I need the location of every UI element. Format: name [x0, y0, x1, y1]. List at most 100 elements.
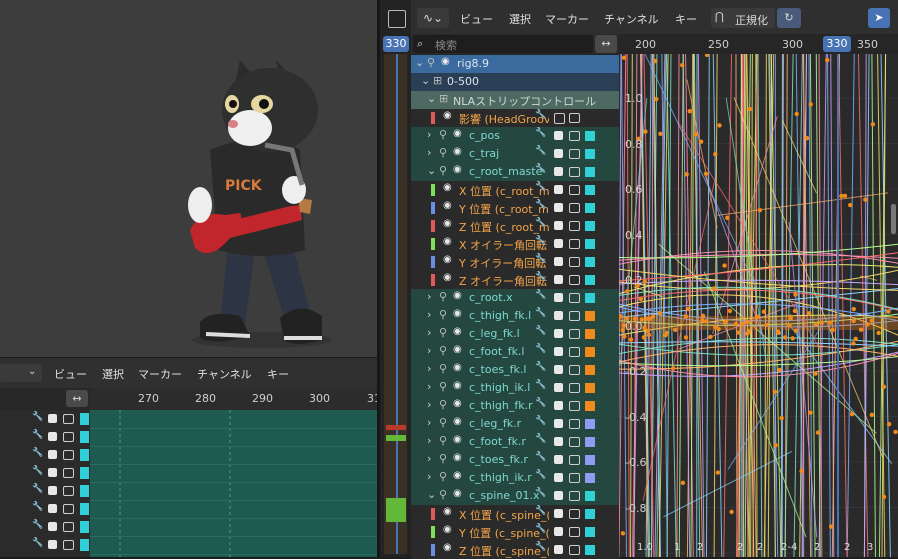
mute-checkbox[interactable] [554, 221, 563, 230]
channel-row[interactable]: ◉Y 位置 (c_root_m🔧 [411, 199, 619, 217]
marker-label[interactable]: 2-4 [781, 542, 797, 553]
modifier-wrench-icon[interactable]: 🔧 [32, 430, 43, 440]
eye-icon[interactable]: ◉ [453, 488, 462, 499]
lock-icon[interactable] [569, 347, 580, 357]
marker-label[interactable]: 2 [737, 542, 743, 553]
eye-icon[interactable]: ◉ [443, 200, 452, 211]
modifier-wrench-icon[interactable]: 🔧 [535, 128, 546, 138]
ds-track-row[interactable] [90, 464, 377, 483]
channel-row[interactable]: ◉X オイラー角回転🔧 [411, 235, 619, 253]
ge-current-frame[interactable]: 330 [823, 36, 851, 52]
lock-icon[interactable] [569, 383, 580, 393]
ge-menu-select[interactable]: 選択 [509, 11, 531, 27]
modifier-wrench-icon[interactable]: 🔧 [535, 290, 546, 300]
lock-icon[interactable] [569, 311, 580, 321]
expand-chevron-icon[interactable]: › [427, 416, 431, 429]
pin-icon[interactable]: ⚲ [439, 344, 447, 357]
eye-icon[interactable]: ◉ [443, 254, 452, 265]
ds-channel-row[interactable]: 🔧 [0, 428, 90, 446]
ds-channel-row[interactable]: 🔧 [0, 410, 90, 428]
lock-icon[interactable] [569, 509, 580, 519]
expand-chevron-icon[interactable]: › [427, 290, 431, 303]
mute-checkbox[interactable] [48, 486, 57, 495]
pin-icon[interactable]: ⚲ [439, 362, 447, 375]
eye-icon[interactable]: ◉ [453, 362, 462, 373]
expand-chevron-icon[interactable]: › [427, 308, 431, 321]
modifier-wrench-icon[interactable]: 🔧 [535, 434, 546, 444]
mute-checkbox[interactable] [554, 347, 563, 356]
ds-menu-channel[interactable]: チャンネル [197, 366, 252, 382]
expand-chevron-icon[interactable]: › [427, 452, 431, 465]
channel-row[interactable]: ⌄⊞0-500 [411, 73, 619, 91]
eye-icon[interactable]: ◉ [443, 218, 452, 229]
mute-checkbox[interactable] [554, 149, 563, 158]
expand-chevron-icon[interactable]: › [427, 380, 431, 393]
lock-icon[interactable] [569, 473, 580, 483]
modifier-wrench-icon[interactable]: 🔧 [535, 146, 546, 156]
channel-row[interactable]: ›⚲◉c_pos🔧 [411, 127, 619, 145]
channel-row[interactable]: ›⚲◉c_toes_fk.l🔧 [411, 361, 619, 379]
pin-icon[interactable]: ⚲ [439, 326, 447, 339]
expand-chevron-icon[interactable]: ⌄ [421, 74, 430, 87]
ds-menu-key[interactable]: キー [267, 366, 289, 382]
mute-checkbox[interactable] [554, 383, 563, 392]
expand-chevron-icon[interactable]: ⌄ [427, 92, 436, 105]
mute-checkbox[interactable] [48, 522, 57, 531]
modifier-wrench-icon[interactable]: 🔧 [535, 308, 546, 318]
ds-track-row[interactable] [90, 536, 377, 555]
ge-menu-channel[interactable]: チャンネル [604, 11, 659, 27]
channel-row[interactable]: ⌄⚲◉c_spine_01.x🔧 [411, 487, 619, 505]
modifier-wrench-icon[interactable]: 🔧 [535, 218, 546, 228]
expand-chevron-icon[interactable]: › [427, 326, 431, 339]
channel-row[interactable]: ›⚲◉c_traj🔧 [411, 145, 619, 163]
mute-checkbox[interactable] [554, 329, 563, 338]
channel-row[interactable]: ◉Y 位置 (c_spine_(🔧 [411, 523, 619, 541]
swap-arrows-icon[interactable]: ↔ [66, 390, 88, 407]
mute-checkbox[interactable] [554, 365, 563, 374]
eye-icon[interactable]: ◉ [441, 56, 450, 67]
eye-icon[interactable]: ◉ [453, 164, 462, 175]
mute-checkbox[interactable] [554, 131, 563, 140]
pin-icon[interactable]: ⚲ [427, 56, 435, 69]
expand-chevron-icon[interactable]: › [427, 146, 431, 159]
lock-icon[interactable] [569, 185, 580, 195]
modifier-wrench-icon[interactable]: 🔧 [535, 542, 546, 552]
eye-icon[interactable]: ◉ [453, 416, 462, 427]
channel-row[interactable]: ◉Z オイラー角回転🔧 [411, 271, 619, 289]
modifier-wrench-icon[interactable]: 🔧 [535, 254, 546, 264]
ds-channel-row[interactable]: 🔧 [0, 482, 90, 500]
pin-icon[interactable]: ⚲ [439, 452, 447, 465]
strip-current-frame[interactable]: 330 [383, 36, 409, 52]
eye-icon[interactable]: ◉ [443, 182, 452, 193]
graph-frame-ruler[interactable]: 200 250 300 330 350 [619, 34, 898, 54]
modifier-wrench-icon[interactable]: 🔧 [535, 236, 546, 246]
modifier-wrench-icon[interactable]: 🔧 [535, 380, 546, 390]
eye-icon[interactable]: ◉ [453, 326, 462, 337]
pin-icon[interactable]: ⚲ [439, 128, 447, 141]
channel-row[interactable]: ›⚲◉c_thigh_fk.l🔧 [411, 307, 619, 325]
mute-checkbox[interactable] [554, 293, 563, 302]
ds-frame-ruler[interactable]: 270 280 290 300 31 [90, 388, 377, 410]
lock-icon[interactable] [63, 486, 74, 496]
swap-arrows-icon[interactable]: ↔ [595, 35, 617, 53]
mute-checkbox[interactable] [554, 491, 563, 500]
channel-row[interactable]: ⌄⊞NLAストリップコントロール [411, 91, 619, 109]
marker-label[interactable]: 2 [844, 542, 850, 553]
mute-checkbox[interactable] [554, 113, 565, 124]
pin-icon[interactable]: ⚲ [439, 290, 447, 303]
lock-icon[interactable] [569, 419, 580, 429]
normalize-toggle[interactable]: ⋂ 正規化 [711, 8, 775, 28]
eye-icon[interactable]: ◉ [453, 128, 462, 139]
ds-channel-row[interactable]: 🔧 [0, 500, 90, 518]
mute-checkbox[interactable] [48, 468, 57, 477]
mute-checkbox[interactable] [48, 450, 57, 459]
eye-icon[interactable]: ◉ [453, 290, 462, 301]
modifier-wrench-icon[interactable]: 🔧 [32, 466, 43, 476]
modifier-wrench-icon[interactable]: 🔧 [32, 538, 43, 548]
channel-row[interactable]: ›⚲◉c_leg_fk.l🔧 [411, 325, 619, 343]
lock-icon[interactable] [63, 414, 74, 424]
ds-menu-marker[interactable]: マーカー [138, 366, 182, 382]
mute-checkbox[interactable] [48, 414, 57, 423]
modifier-wrench-icon[interactable]: 🔧 [535, 452, 546, 462]
editor-type-dropdown[interactable]: ∿⌄ [417, 8, 449, 28]
